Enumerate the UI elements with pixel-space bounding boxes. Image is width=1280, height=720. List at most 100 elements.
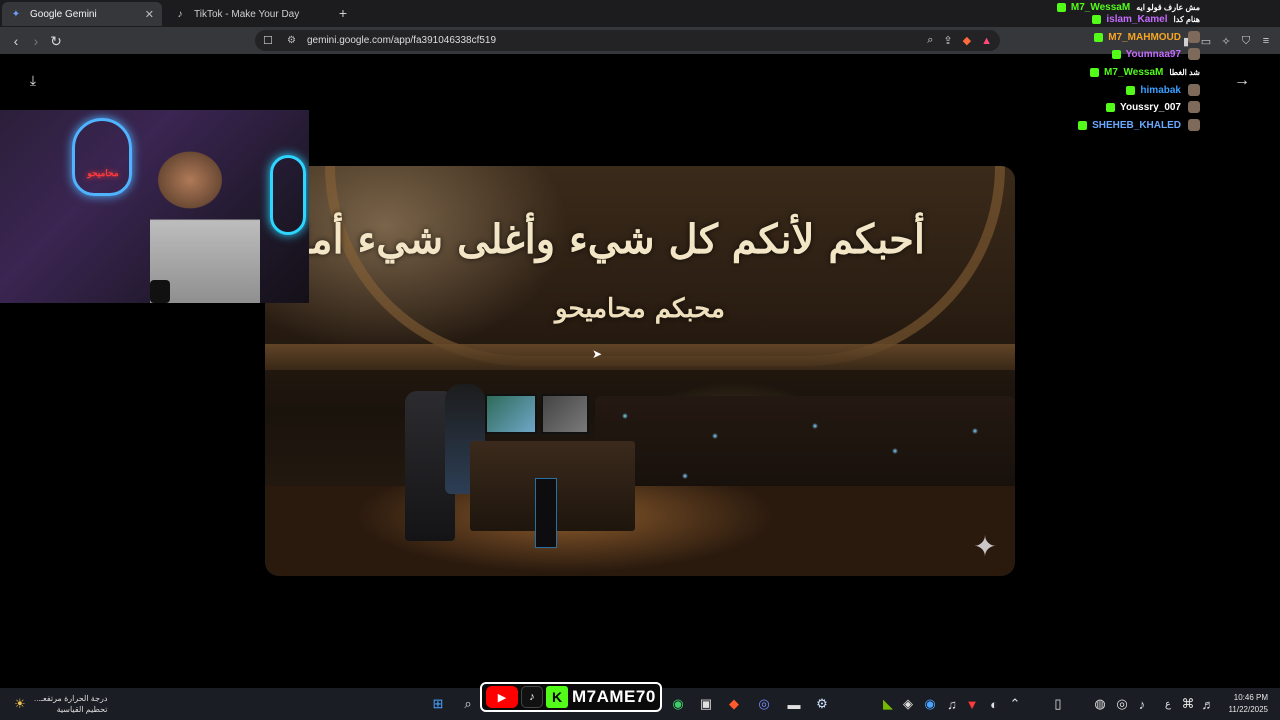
gemini-sparkle-icon: ✦ (973, 530, 997, 562)
chat-username[interactable]: M7_WessaM (1071, 2, 1130, 13)
chat-text: شد الغطا (1169, 67, 1200, 77)
tray-icon-5[interactable]: ◍ (1090, 694, 1110, 714)
chat-message: himabak (1126, 83, 1200, 97)
kick-badge-icon (1094, 32, 1104, 42)
bookmark-icon[interactable]: ☐ (263, 34, 277, 47)
chat-message: Youmnaa97 (1111, 47, 1200, 61)
kick-badge-icon (1056, 2, 1066, 12)
start-icon[interactable]: ⊞ (428, 694, 448, 714)
chat-text: هنام كدا (1173, 14, 1200, 24)
kick-icon: K (546, 686, 568, 708)
tray-icon-3[interactable]: ▼ (962, 694, 982, 714)
kick-badge-icon (1090, 67, 1100, 77)
address-bar[interactable]: ☐ ⚙ gemini.google.com/app/fa391046338cf5… (255, 30, 1000, 51)
close-tab-icon[interactable]: ✕ (145, 8, 154, 21)
screen: ✦ Google Gemini ✕ ♪ TikTok - Make Your D… (0, 0, 1280, 720)
kick-badge-icon (1111, 49, 1121, 59)
network-icon[interactable]: ⌘ (1178, 694, 1198, 714)
chat-emote-icon (1188, 119, 1200, 131)
tab-google-gemini[interactable]: ✦ Google Gemini ✕ (2, 2, 162, 26)
leo-ai-icon[interactable]: ✧ (1218, 33, 1234, 49)
chat-username[interactable]: islam_Kamel (1106, 14, 1167, 25)
chat-text: مش عارف قولو ايه (1136, 2, 1200, 12)
chat-emote-icon (1188, 48, 1200, 60)
headset-icon[interactable]: ♫ (942, 694, 962, 714)
download-icon[interactable]: ⤓ (24, 71, 42, 89)
chat-username[interactable]: Youssry_007 (1120, 102, 1181, 113)
theater-arch (325, 166, 1005, 366)
theater-balcony (265, 344, 1015, 370)
site-info-icon[interactable]: ⚙ (287, 35, 301, 46)
steam-icon[interactable]: ⚙ (812, 694, 832, 714)
monitor-left (485, 394, 537, 434)
clock-date: 11/22/2025 (1228, 705, 1268, 714)
new-tab-button[interactable]: + (334, 4, 352, 22)
streamer-brand-bar: ▶ ♪ K M7AME70 (480, 682, 662, 712)
terminal-icon[interactable]: ▬ (784, 694, 804, 714)
weather-icon: ☀ (14, 696, 26, 711)
neon-skull-logo (72, 118, 132, 196)
tiktok-brand-icon: ♪ (521, 686, 543, 708)
battery-icon[interactable]: ▯ (1048, 694, 1068, 714)
chat-emote-icon (1188, 84, 1200, 96)
brand-name: M7AME70 (572, 687, 656, 706)
back-button[interactable]: ‹ (6, 31, 26, 51)
gemini-icon: ✦ (11, 8, 21, 20)
chevron-icon[interactable]: ⌃ (1005, 694, 1025, 714)
microphone-tray-icon[interactable]: ♪ (1132, 694, 1152, 714)
chat-username[interactable]: Youmnaa97 (1126, 49, 1181, 60)
nvidia-icon[interactable]: ◣ (878, 694, 898, 714)
wallet-icon[interactable]: ▭ (1198, 33, 1214, 49)
mouse-cursor-icon: ➤ (592, 347, 603, 361)
webcam-overlay: محاميحو (0, 110, 309, 303)
whatsapp-icon[interactable]: ◉ (668, 694, 688, 714)
forward-button[interactable]: › (26, 31, 46, 51)
tab-label: Google Gemini (30, 8, 97, 20)
clock[interactable]: 10:46 PM 11/22/2025 (1208, 692, 1268, 716)
discord-icon[interactable]: ◎ (754, 694, 774, 714)
tray-icon-6[interactable]: ◎ (1112, 694, 1132, 714)
zoom-icon[interactable]: ⌕ (927, 34, 933, 47)
app-icon[interactable]: ▣ (696, 694, 716, 714)
brave-browser-icon[interactable]: ◆ (724, 694, 744, 714)
clock-time: 10:46 PM (1233, 693, 1268, 702)
tab-label: TikTok - Make Your Day (194, 8, 300, 20)
stage-floor (265, 486, 1015, 576)
chat-username[interactable]: SHEHEB_KHALED (1092, 120, 1181, 131)
chat-message: islam_Kamel هنام كدا (1092, 12, 1200, 26)
pc-tower (535, 478, 557, 548)
reload-button[interactable]: ↻ (46, 31, 66, 51)
menu-icon[interactable]: ≡ (1258, 33, 1274, 49)
chat-message: M7_MAHMOUD (1094, 30, 1200, 44)
monitor-right (541, 394, 589, 434)
weather-widget[interactable]: ☀ درجة الحرارة مرتفعـ... تحطيم القياسية (14, 691, 124, 717)
microphone-icon (150, 280, 170, 303)
tray-icon-4[interactable]: ◐ (984, 694, 1004, 714)
chat-emote-icon (1188, 31, 1200, 43)
image-calligraphy: أحبكم لأنكم كل شيء وأغلى شيء أملكه (265, 216, 925, 263)
kick-badge-icon (1106, 102, 1116, 112)
next-arrow-icon[interactable]: → (1232, 71, 1252, 91)
stream-chat: M7_WessaM مش عارف قولو ايه islam_Kamel هنام… (940, 0, 1200, 136)
weather-line-2: تحطيم القياسية (56, 705, 108, 714)
chat-username[interactable]: himabak (1140, 85, 1181, 96)
vpn-icon[interactable]: ⛉ (1238, 33, 1254, 49)
tray-icon-1[interactable]: ◈ (898, 694, 918, 714)
search-icon[interactable]: ⌕ (458, 694, 478, 714)
url-text[interactable]: gemini.google.com/app/fa391046338cf519 (307, 35, 917, 46)
neon-sign-text: محاميحو (87, 168, 119, 178)
generated-image[interactable]: أحبكم لأنكم كل شيء وأغلى شيء أملكه محبكم… (265, 166, 1015, 576)
chat-message: Youssry_007 (1106, 100, 1200, 114)
kick-badge-icon (1092, 14, 1102, 24)
chat-emote-icon (1188, 101, 1200, 113)
tiktok-icon: ♪ (177, 8, 183, 20)
weather-line-1: درجة الحرارة مرتفعـ... (34, 694, 108, 703)
tab-tiktok[interactable]: ♪ TikTok - Make Your Day (166, 2, 326, 26)
language-indicator[interactable]: ع (1158, 694, 1178, 714)
neon-squiggle (270, 155, 306, 235)
chat-username[interactable]: M7_MAHMOUD (1108, 32, 1181, 43)
chat-username[interactable]: M7_WessaM (1104, 67, 1163, 78)
tray-icon-2[interactable]: ◉ (920, 694, 940, 714)
chat-message: M7_WessaM شد الغطا (1090, 65, 1200, 79)
chat-message: SHEHEB_KHALED (1078, 118, 1200, 132)
